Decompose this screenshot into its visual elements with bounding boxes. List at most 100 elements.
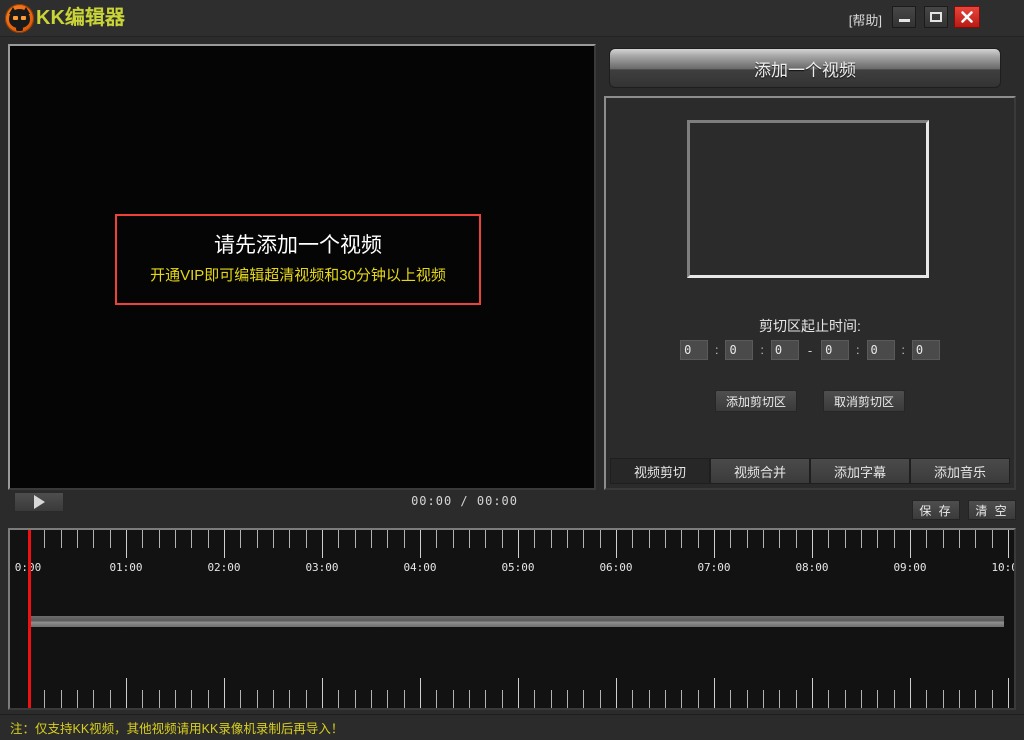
ruler-minor-tick <box>355 690 356 708</box>
ruler-minor-tick <box>142 690 143 708</box>
tab-add-subtitle[interactable]: 添加字幕 <box>810 458 910 484</box>
ruler-minor-tick <box>665 690 666 708</box>
maximize-button[interactable] <box>924 6 948 28</box>
time-separator: : <box>849 343 866 357</box>
start-minutes-input[interactable]: 0 <box>725 340 753 360</box>
ruler-minor-tick <box>698 690 699 708</box>
ruler-minor-tick <box>453 530 454 548</box>
ruler-minor-tick <box>93 690 94 708</box>
cut-time-inputs: 0 : 0 : 0 - 0 : 0 : 0 <box>606 340 1014 360</box>
ruler-minor-tick <box>175 690 176 708</box>
ruler-minor-tick <box>387 690 388 708</box>
ruler-minor-tick <box>355 530 356 548</box>
ruler-minor-tick <box>436 690 437 708</box>
add-video-label: 添加一个视频 <box>754 56 856 81</box>
ruler-major-tick <box>812 530 813 558</box>
video-preview-area[interactable]: 请先添加一个视频 开通VIP即可编辑超清视频和30分钟以上视频 <box>8 44 596 490</box>
time-display: 00:00 / 00:00 <box>411 494 518 508</box>
ruler-minor-tick <box>845 690 846 708</box>
transport-bar: 00:00 / 00:00 <box>8 492 596 514</box>
ruler-minor-tick <box>600 530 601 548</box>
ruler-major-tick <box>910 678 911 708</box>
ruler-minor-tick <box>44 690 45 708</box>
tab-add-music[interactable]: 添加音乐 <box>910 458 1010 484</box>
ruler-minor-tick <box>763 530 764 548</box>
ruler-minor-tick <box>567 690 568 708</box>
ruler-minor-tick <box>796 690 797 708</box>
ruler-minor-tick <box>93 530 94 548</box>
timeline-track-bar[interactable] <box>28 616 1004 627</box>
ruler-minor-tick <box>551 690 552 708</box>
ruler-minor-tick <box>926 690 927 708</box>
ruler-minor-tick <box>110 690 111 708</box>
minimize-button[interactable] <box>892 6 916 28</box>
ruler-minor-tick <box>436 530 437 548</box>
ruler-major-tick <box>1008 678 1009 708</box>
ruler-minor-tick <box>665 530 666 548</box>
ruler-major-tick <box>420 678 421 708</box>
ruler-minor-tick <box>959 530 960 548</box>
end-hours-input[interactable]: 0 <box>821 340 849 360</box>
timeline-ruler-bottom[interactable] <box>10 670 1014 708</box>
ruler-minor-tick <box>583 530 584 548</box>
ruler-minor-tick <box>404 690 405 708</box>
cancel-cut-region-button[interactable]: 取消剪切区 <box>823 390 905 412</box>
ruler-minor-tick <box>289 530 290 548</box>
ruler-minor-tick <box>159 530 160 548</box>
ruler-time-label: 05:00 <box>501 561 534 574</box>
ruler-minor-tick <box>110 530 111 548</box>
ruler-minor-tick <box>44 530 45 548</box>
close-button[interactable] <box>954 6 980 28</box>
timeline-playhead[interactable] <box>28 530 31 708</box>
ruler-minor-tick <box>61 530 62 548</box>
editor-tab-bar: 视频剪切 视频合并 添加字幕 添加音乐 <box>610 458 1010 484</box>
ruler-major-tick <box>224 678 225 708</box>
ruler-major-tick <box>322 530 323 558</box>
clear-button[interactable]: 清 空 <box>968 500 1016 520</box>
tab-video-merge[interactable]: 视频合并 <box>710 458 810 484</box>
ruler-minor-tick <box>583 690 584 708</box>
video-hint-box: 请先添加一个视频 开通VIP即可编辑超清视频和30分钟以上视频 <box>115 214 481 305</box>
video-thumbnail-box[interactable] <box>687 120 929 278</box>
ruler-minor-tick <box>191 530 192 548</box>
help-link[interactable]: [帮助] <box>849 10 882 29</box>
ruler-minor-tick <box>861 530 862 548</box>
ruler-time-label: 08:00 <box>795 561 828 574</box>
start-hours-input[interactable]: 0 <box>680 340 708 360</box>
ruler-time-label: 07:00 <box>697 561 730 574</box>
add-cut-region-button[interactable]: 添加剪切区 <box>715 390 797 412</box>
video-hint-primary: 请先添加一个视频 <box>214 231 382 261</box>
add-video-button[interactable]: 添加一个视频 <box>609 48 1001 88</box>
ruler-minor-tick <box>747 530 748 548</box>
tab-video-cut[interactable]: 视频剪切 <box>610 458 710 484</box>
play-button[interactable] <box>14 492 64 512</box>
ruler-major-tick <box>910 530 911 558</box>
timeline-panel[interactable]: 0:0001:0002:0003:0004:0005:0006:0007:000… <box>8 528 1016 710</box>
end-minutes-input[interactable]: 0 <box>867 340 895 360</box>
play-icon <box>34 495 45 509</box>
ruler-minor-tick <box>828 530 829 548</box>
ruler-minor-tick <box>240 690 241 708</box>
ruler-minor-tick <box>730 690 731 708</box>
ruler-time-label: 10:00 <box>991 561 1016 574</box>
start-seconds-input[interactable]: 0 <box>771 340 799 360</box>
ruler-minor-tick <box>763 690 764 708</box>
cut-time-label: 剪切区起止时间: <box>606 316 1014 336</box>
end-seconds-input[interactable]: 0 <box>912 340 940 360</box>
ruler-minor-tick <box>273 530 274 548</box>
editor-right-panel: 剪切区起止时间: 0 : 0 : 0 - 0 : 0 : 0 添加剪切区 取消剪… <box>604 96 1016 490</box>
ruler-time-label: 04:00 <box>403 561 436 574</box>
ruler-major-tick <box>714 530 715 558</box>
ruler-minor-tick <box>469 690 470 708</box>
time-separator: : <box>753 343 770 357</box>
ruler-minor-tick <box>273 690 274 708</box>
ruler-minor-tick <box>338 690 339 708</box>
minimize-icon <box>899 19 910 22</box>
ruler-minor-tick <box>240 530 241 548</box>
timeline-ruler-top[interactable]: 0:0001:0002:0003:0004:0005:0006:0007:000… <box>10 530 1014 578</box>
save-button[interactable]: 保 存 <box>912 500 960 520</box>
ruler-minor-tick <box>894 530 895 548</box>
ruler-minor-tick <box>943 530 944 548</box>
ruler-major-tick <box>420 530 421 558</box>
ruler-minor-tick <box>779 690 780 708</box>
